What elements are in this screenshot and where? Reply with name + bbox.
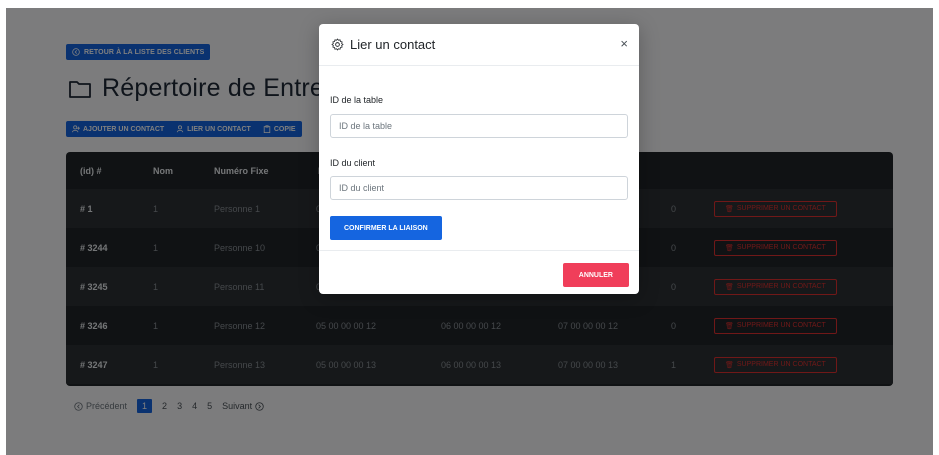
client-id-input[interactable]: [330, 176, 628, 200]
client-id-label: ID du client: [330, 158, 376, 168]
modal-title: Lier un contact: [350, 37, 436, 52]
table-id-input[interactable]: [330, 114, 628, 138]
link-contact-modal: Lier un contact × ID de la table ID du c…: [319, 24, 639, 294]
cancel-button[interactable]: ANNULER: [562, 263, 629, 287]
table-id-label: ID de la table: [330, 95, 384, 105]
modal-header: Lier un contact ×: [319, 24, 639, 66]
gear-icon: [331, 38, 344, 51]
close-icon[interactable]: ×: [620, 37, 628, 50]
confirm-link-button[interactable]: CONFIRMER LA LIAISON: [330, 216, 442, 240]
modal-footer: ANNULER: [319, 250, 639, 294]
